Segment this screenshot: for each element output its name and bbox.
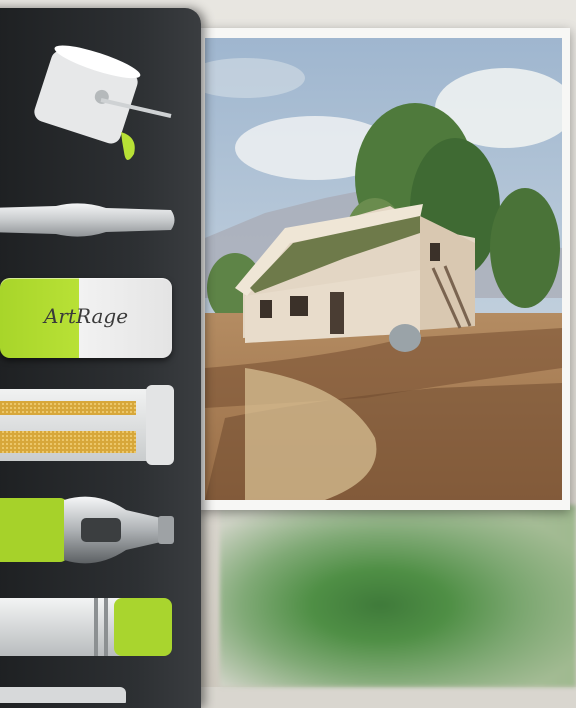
eraser-brand-label: ArtRage (43, 304, 129, 328)
eraser-tool[interactable]: ArtRage (0, 278, 174, 360)
fill-bucket-tool[interactable] (26, 42, 176, 167)
glitter-tube-icon (0, 385, 174, 465)
palette-knife-tool[interactable] (0, 490, 176, 570)
partial-tool[interactable] (0, 683, 136, 707)
reference-painting-card[interactable] (197, 28, 570, 510)
glitter-tube-tool[interactable] (0, 383, 176, 467)
crayon-icon (0, 598, 172, 656)
pen-tool[interactable] (0, 196, 176, 244)
fill-bucket-icon (34, 45, 172, 161)
pen-icon (0, 203, 175, 237)
crayon-tool[interactable] (0, 596, 176, 658)
reference-painting-image (205, 38, 562, 500)
canvas-background-painting (220, 505, 576, 687)
tool-palette: ArtRage (0, 8, 201, 708)
tool-icon (0, 687, 126, 707)
palette-knife-icon (0, 496, 174, 564)
